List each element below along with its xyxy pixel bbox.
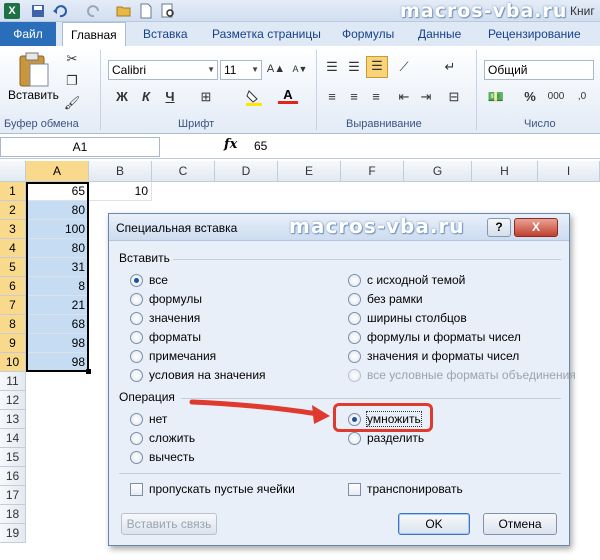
annotation-arrow-icon <box>189 399 330 424</box>
annotation-highlight-box <box>333 403 433 432</box>
